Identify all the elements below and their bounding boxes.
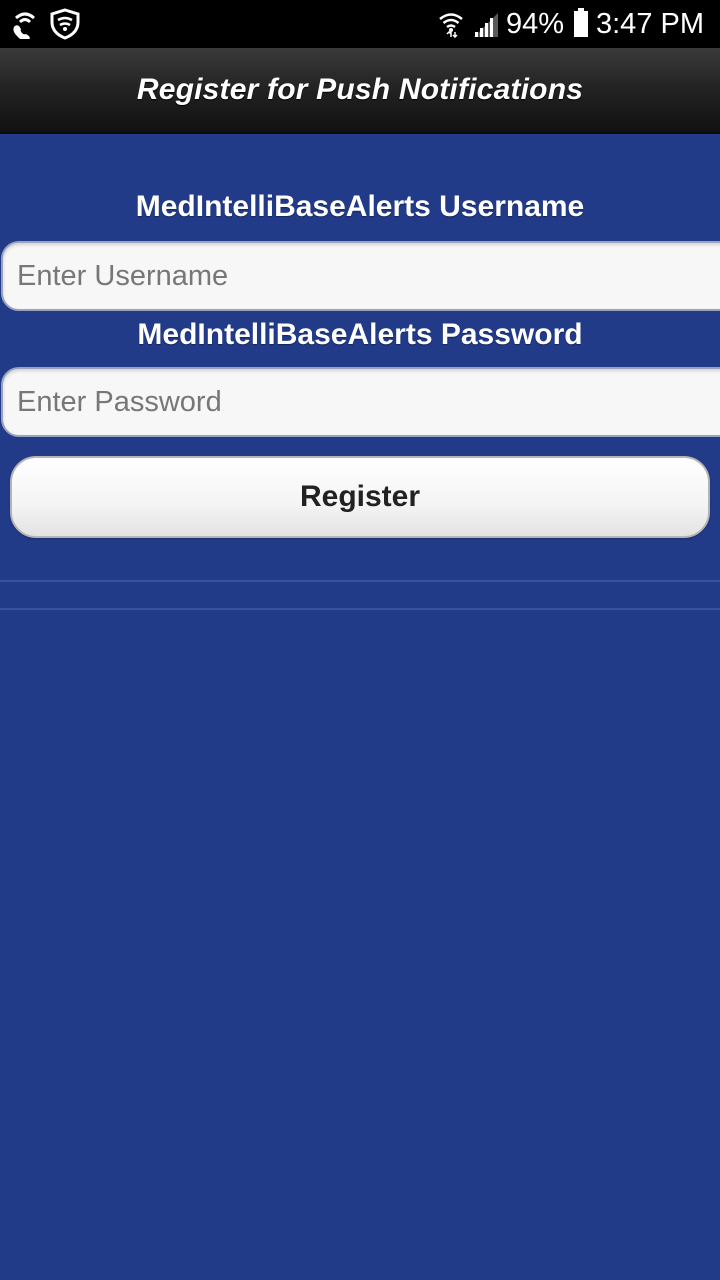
clock-time: 3:47 PM bbox=[596, 7, 704, 40]
register-button[interactable]: Register bbox=[10, 456, 710, 538]
shield-icon bbox=[50, 8, 80, 40]
page-title: Register for Push Notifications bbox=[136, 73, 584, 106]
app-header: Register for Push Notifications bbox=[0, 48, 720, 134]
divider-bottom bbox=[0, 608, 720, 610]
username-label: MedIntelliBaseAlerts Username bbox=[135, 190, 585, 223]
battery-percent: 94% bbox=[505, 7, 564, 40]
battery-icon bbox=[574, 8, 588, 37]
username-input[interactable] bbox=[1, 241, 720, 311]
status-left-icons bbox=[10, 8, 80, 40]
wifi-icon bbox=[438, 10, 464, 38]
signal-icon bbox=[472, 11, 498, 37]
status-bar: 94% 3:47 PM bbox=[0, 0, 720, 48]
password-label: MedIntelliBaseAlerts Password bbox=[137, 318, 583, 351]
password-input[interactable] bbox=[1, 367, 720, 437]
wifi-calling-icon bbox=[10, 9, 40, 39]
divider-top bbox=[0, 580, 720, 582]
status-right-icons: 94% 3:47 PM bbox=[438, 6, 704, 42]
